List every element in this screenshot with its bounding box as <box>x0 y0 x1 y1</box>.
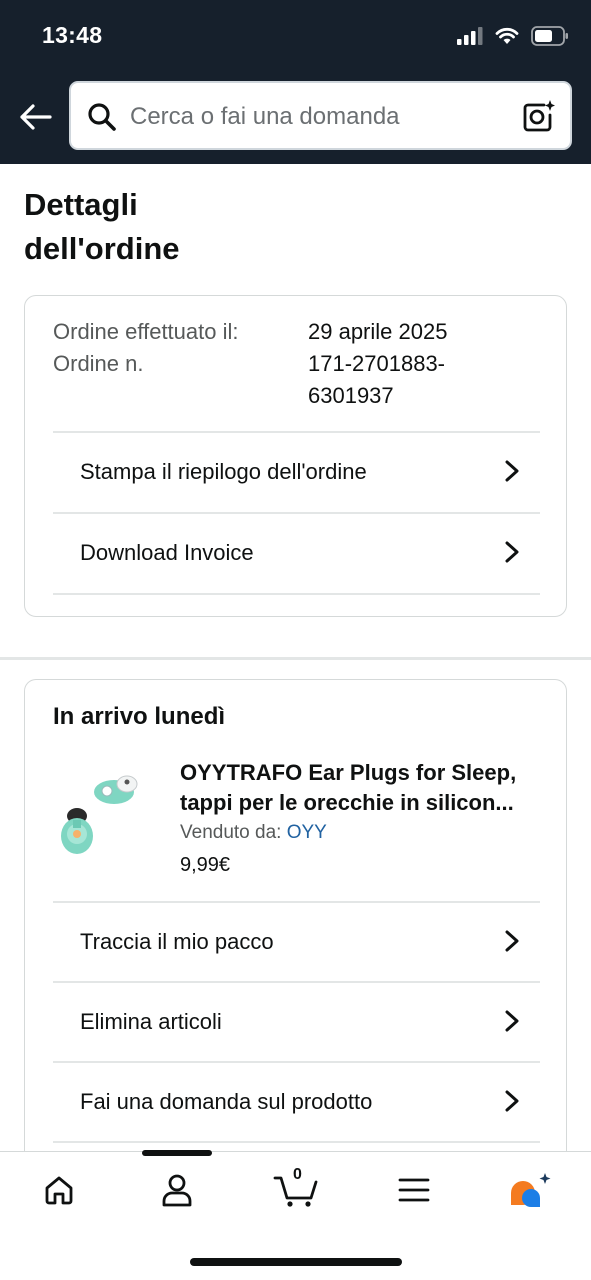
delete-items-label: Elimina articoli <box>80 1009 222 1034</box>
product-image[interactable] <box>49 770 149 860</box>
page-title: Dettagli dell'ordine <box>24 187 180 266</box>
search-icon <box>88 103 116 131</box>
status-icons <box>457 24 569 48</box>
track-package-label: Traccia il mio pacco <box>80 929 274 954</box>
back-arrow-icon <box>20 104 52 130</box>
search-bar[interactable] <box>69 81 572 150</box>
delete-items-row[interactable]: Elimina articoli <box>53 981 540 1061</box>
top-bar: 13:48 <box>0 0 591 164</box>
nav-rufus[interactable] <box>506 1168 556 1212</box>
rufus-icon <box>511 1173 551 1207</box>
menu-icon <box>398 1178 430 1202</box>
divider <box>53 593 540 595</box>
chevron-right-icon <box>505 1010 519 1032</box>
download-invoice-row[interactable]: Download Invoice <box>53 512 540 592</box>
order-date-value: 29 aprile 2025 <box>308 319 448 344</box>
download-invoice-label: Download Invoice <box>80 540 254 565</box>
chevron-right-icon <box>505 460 519 482</box>
nav-home[interactable] <box>34 1168 84 1212</box>
track-package-row[interactable]: Traccia il mio pacco <box>53 901 540 981</box>
product-name[interactable]: OYYTRAFO Ear Plugs for Sleep, tappi per … <box>180 758 550 818</box>
cart-count: 0 <box>293 1166 302 1183</box>
chevron-right-icon <box>505 1090 519 1112</box>
order-date-label: Ordine effettuato il: <box>53 319 239 344</box>
home-indicator <box>190 1258 402 1266</box>
seller-link[interactable]: OYY <box>287 822 327 843</box>
nav-account[interactable] <box>152 1168 202 1212</box>
chevron-right-icon <box>505 541 519 563</box>
signal-icon <box>457 27 483 45</box>
ask-product-question-row[interactable]: Fai una domanda sul prodotto <box>53 1061 540 1141</box>
account-icon <box>162 1174 192 1207</box>
seller-label: Venduto da: <box>180 822 282 843</box>
status-time: 13:48 <box>42 22 103 48</box>
delivery-card: In arrivo lunedì OYYTRAFO Ear Plugs for … <box>24 679 567 1169</box>
back-button[interactable] <box>16 98 54 136</box>
seller-info: Venduto da: OYY <box>180 822 327 844</box>
camera-search-icon[interactable] <box>522 99 556 133</box>
battery-icon <box>531 26 568 46</box>
order-summary-card: Ordine effettuato il: Ordine n. 29 april… <box>24 295 567 617</box>
divider <box>53 1141 540 1143</box>
delivery-title: In arrivo lunedì <box>53 703 226 730</box>
search-input[interactable] <box>130 101 510 133</box>
active-tab-indicator <box>142 1150 212 1156</box>
section-divider <box>0 657 591 660</box>
nav-menu[interactable] <box>389 1168 439 1212</box>
print-summary-row[interactable]: Stampa il riepilogo dell'ordine <box>53 431 540 511</box>
chevron-right-icon <box>505 930 519 952</box>
order-number-value: 171-2701883-6301937 <box>308 351 446 408</box>
wifi-icon <box>495 27 519 44</box>
product-price: 9,99€ <box>180 854 231 876</box>
order-number-label: Ordine n. <box>53 351 144 376</box>
print-summary-label: Stampa il riepilogo dell'ordine <box>80 459 367 484</box>
home-icon <box>45 1176 73 1205</box>
ask-product-question-label: Fai una domanda sul prodotto <box>80 1089 373 1114</box>
nav-cart[interactable]: 0 <box>272 1166 320 1212</box>
